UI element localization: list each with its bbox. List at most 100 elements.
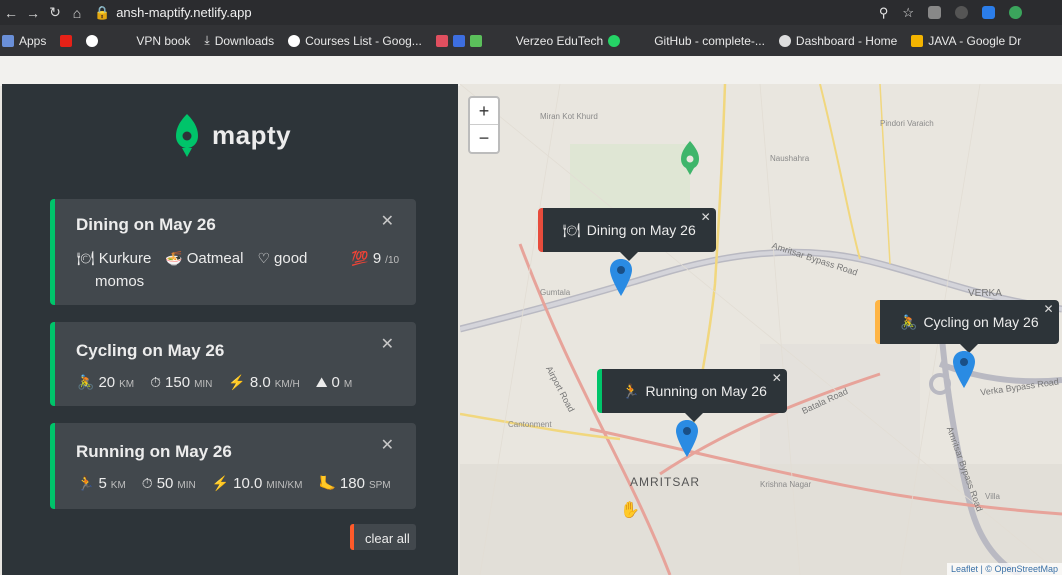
home-icon[interactable]: ⌂ xyxy=(66,5,88,21)
hand-cursor-icon: ✋ xyxy=(620,502,640,519)
bookmark-vpn-book[interactable]: VPN book xyxy=(136,34,190,48)
bookmark-icon xyxy=(452,34,465,47)
map-place-label: Miran Kot Khurd xyxy=(540,112,598,121)
detail-item: ⏱ 50 MIN xyxy=(141,475,196,492)
workout-card-cycling[interactable]: Cycling on May 26 ✕ 🚴 20 KM ⏱ 150 MIN ⚡ 8.0 KM… xyxy=(50,322,416,406)
bookmarks-bar: Apps VPN book ⤓ Downloads Courses List - … xyxy=(0,25,1062,56)
detail-item: 🍜 Oatmeal xyxy=(165,250,244,267)
lock-icon: 🔒 xyxy=(94,4,111,20)
heart-icon: ♡ xyxy=(257,250,271,266)
detail-item: 🏃 5 KM xyxy=(77,475,126,492)
bookmark-courses[interactable]: Courses List - Goog... xyxy=(288,34,422,48)
bookmark-youtube[interactable] xyxy=(60,34,73,47)
youtube-icon xyxy=(60,34,73,47)
clear-all-button[interactable]: clear all xyxy=(350,524,416,550)
detail-item: 🚴 20 KM xyxy=(77,374,135,391)
close-icon[interactable]: ✕ xyxy=(381,435,394,455)
google-icon xyxy=(288,34,301,47)
map-popup-dining[interactable]: 🍽 Dining on May 26 ✕ xyxy=(538,208,716,261)
bookmark-dashboard[interactable]: Dashboard - Home xyxy=(778,34,897,48)
plate-icon: 🍽 xyxy=(77,250,95,266)
map-place-label: Villa xyxy=(985,492,1000,501)
extension-icon[interactable] xyxy=(955,6,968,19)
bookmark-java[interactable]: JAVA - Google Dr xyxy=(911,34,1021,48)
popup-label: Dining on May 26 xyxy=(586,222,696,238)
map-place-label: Gumtala xyxy=(540,288,571,297)
hundred-icon: 💯 xyxy=(351,250,369,266)
workout-title: Running on May 26 xyxy=(76,442,232,461)
bookmark-apps[interactable]: Apps xyxy=(2,34,46,48)
map-attribution[interactable]: Leaflet | © OpenStreetMap xyxy=(946,563,1062,575)
bookmark-misc[interactable] xyxy=(435,34,482,47)
forward-icon[interactable]: → xyxy=(22,5,44,21)
map-place-label: Krishna Nagar xyxy=(760,480,812,489)
location-icon[interactable]: ⚲ xyxy=(879,5,889,21)
bicycle-icon: 🚴 xyxy=(900,313,918,330)
download-icon: ⤓ xyxy=(204,33,210,47)
sidebar: mapty Dining on May 26 ✕ 🍽 Kurkure 🍜 Oatme… xyxy=(2,84,458,575)
stopwatch-icon: ⏱ xyxy=(150,374,162,390)
detail-item: ⚡ 10.0 MIN/KM xyxy=(211,475,303,492)
back-icon[interactable]: ← xyxy=(0,5,22,21)
profile-avatar[interactable] xyxy=(1009,6,1022,19)
stopwatch-icon: ⏱ xyxy=(141,475,153,491)
workout-marker-icon[interactable] xyxy=(675,419,699,459)
location-pin-icon xyxy=(681,141,699,175)
workout-card-running[interactable]: Running on May 26 ✕ 🏃 5 KM ⏱ 50 MIN ⚡ 10.0 MIN… xyxy=(50,423,416,509)
workout-title: Cycling on May 26 xyxy=(76,341,225,360)
close-icon[interactable]: ✕ xyxy=(381,334,394,354)
lightning-icon: ⚡ xyxy=(228,374,246,390)
logo-pin-icon xyxy=(176,114,198,157)
detail-item: ♡ good xyxy=(257,250,308,267)
workout-card-dining[interactable]: Dining on May 26 ✕ 🍽 Kurkure 🍜 Oatmeal ♡ go… xyxy=(50,199,416,305)
extension-icon[interactable] xyxy=(928,6,941,19)
app-name: mapty xyxy=(212,119,292,150)
reload-icon[interactable]: ↻ xyxy=(44,4,66,21)
runner-icon: 🏃 xyxy=(622,382,640,399)
bookmark-icon xyxy=(469,34,482,47)
close-icon[interactable]: ✕ xyxy=(381,211,394,231)
close-icon[interactable]: ✕ xyxy=(1044,302,1054,316)
bookmark-downloads[interactable]: ⤓ Downloads xyxy=(204,33,274,48)
url-field[interactable]: 🔒 ansh-maptify.netlify.app xyxy=(94,5,252,21)
detail-item: 🍽 Kurkure xyxy=(77,250,152,267)
bookmark-icon xyxy=(435,34,448,47)
bicycle-icon: 🚴 xyxy=(77,374,95,390)
popup-label: Cycling on May 26 xyxy=(923,314,1039,330)
extension-icon[interactable] xyxy=(982,6,995,19)
logo: mapty xyxy=(174,112,291,158)
bookmark-verzeo[interactable]: Verzeo EduTech xyxy=(516,34,621,48)
workout-details: 🚴 20 KM ⏱ 150 MIN ⚡ 8.0 KM/H ⛰ 0 M xyxy=(77,374,352,391)
bookmark-google[interactable] xyxy=(86,34,99,47)
map[interactable]: Miran Kot Khurd Pindori Varaich Naushahr… xyxy=(460,84,1062,575)
detail-item: 🦶 180 SPM xyxy=(318,475,391,492)
bookmark-github[interactable]: GitHub - complete-... xyxy=(654,34,765,48)
map-popup-cycling[interactable]: 🚴 Cycling on May 26 ✕ xyxy=(875,300,1059,353)
close-icon[interactable]: ✕ xyxy=(772,371,782,385)
map-place-label: VERKA xyxy=(968,288,1002,299)
popup-label: Running on May 26 xyxy=(645,383,767,399)
detail-item: ⚡ 8.0 KM/H xyxy=(228,374,300,391)
map-place-label: Naushahra xyxy=(770,154,810,163)
map-city-label: AMRITSAR xyxy=(630,475,701,489)
lightning-icon: ⚡ xyxy=(211,475,230,491)
plate-icon: 🍽 xyxy=(563,221,581,238)
zoom-in-button[interactable]: + xyxy=(470,98,498,125)
browser-address-bar: ← → ↻ ⌂ 🔒 ansh-maptify.netlify.app ⚲ ☆ xyxy=(0,0,1062,25)
workout-marker-icon[interactable] xyxy=(952,350,976,390)
workout-marker-icon[interactable] xyxy=(609,258,633,298)
close-icon[interactable]: ✕ xyxy=(701,210,711,224)
whatsapp-icon xyxy=(608,34,621,47)
zoom-out-button[interactable]: − xyxy=(470,125,498,152)
workout-title: Dining on May 26 xyxy=(76,215,216,234)
detail-item: ⛰ 0 M xyxy=(315,374,353,391)
workout-details: 🍽 Kurkure 🍜 Oatmeal ♡ good 💯 9/10 xyxy=(77,250,399,267)
foot-icon: 🦶 xyxy=(318,475,336,491)
map-popup-running[interactable]: 🏃 Running on May 26 ✕ xyxy=(597,369,787,422)
google-icon xyxy=(86,34,99,47)
map-place-label: Cantonment xyxy=(508,420,552,429)
detail-item: 💯 9/10 xyxy=(351,250,400,267)
url-text: ansh-maptify.netlify.app xyxy=(116,5,252,20)
star-icon[interactable]: ☆ xyxy=(902,5,914,21)
mountain-icon: ⛰ xyxy=(315,374,328,390)
